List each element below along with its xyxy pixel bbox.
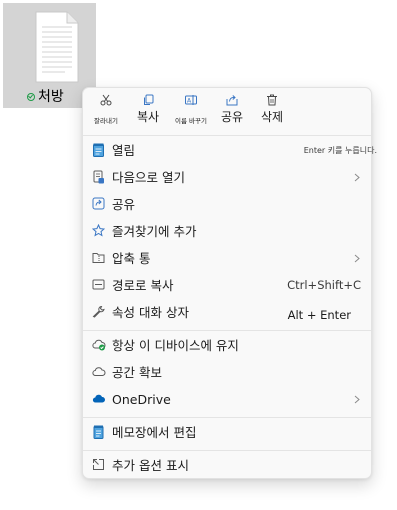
- menu-item-compress[interactable]: 압축 통: [83, 245, 371, 272]
- menu-item-onedrive[interactable]: OneDrive: [83, 386, 371, 413]
- wrench-icon: [92, 306, 105, 318]
- zip-folder-icon: [92, 253, 105, 263]
- menu-item-label: 속성 대화 상자: [112, 305, 189, 320]
- star-icon: [92, 224, 105, 237]
- open-with-icon: [93, 170, 104, 184]
- menu-item-always-keep[interactable]: 항상 이 디바이스에 유지: [83, 332, 371, 359]
- menu-item-open[interactable]: 열림 Enter 키를 누릅니다.: [83, 137, 377, 164]
- menu-item-free-up-space[interactable]: 공간 확보: [83, 359, 371, 386]
- divider: [83, 330, 371, 331]
- rename-icon: A: [185, 95, 197, 105]
- file-name[interactable]: 처방: [27, 87, 64, 107]
- sync-check-icon: [27, 93, 35, 101]
- menu-item-label: 추가 옵션 표시: [112, 458, 189, 473]
- cloud-keep-icon: [92, 339, 106, 351]
- menu-item-shortcut: Enter 키를 누릅니다.: [303, 146, 377, 155]
- quick-actions-bar: 잘라내기 복사 A 이름 바꾸기 공유 삭제: [83, 88, 371, 130]
- rename-label: 이름 바꾸기: [175, 117, 207, 125]
- chevron-right-icon: [354, 395, 360, 404]
- menu-item-label: 항상 이 디바이스에 유지: [112, 338, 239, 353]
- divider: [83, 450, 371, 451]
- notepad-icon: [93, 143, 104, 157]
- share-label: 공유: [220, 110, 244, 124]
- menu-item-shortcut: Ctrl+Shift+C: [287, 278, 361, 292]
- menu-item-label: 공간 확보: [112, 365, 162, 380]
- menu-item-label: 압축 통: [112, 251, 151, 266]
- menu-item-label: 경로로 복사: [112, 278, 174, 293]
- menu-item-open-with[interactable]: 다음으로 열기: [83, 164, 371, 191]
- menu-item-edit-notepad[interactable]: 메모장에서 편집: [83, 419, 371, 446]
- delete-icon: [267, 94, 277, 106]
- delete-button[interactable]: 삭제: [258, 94, 286, 125]
- copy-path-icon: [92, 279, 105, 290]
- copy-label: 복사: [136, 110, 160, 124]
- file-name-label: 처방: [38, 89, 64, 105]
- menu-item-label: 다음으로 열기: [112, 170, 185, 185]
- more-options-icon: [93, 459, 104, 470]
- svg-text:A: A: [187, 98, 192, 105]
- menu-item-label: 메모장에서 편집: [112, 425, 197, 440]
- menu-item-show-more-options[interactable]: 추가 옵션 표시: [83, 452, 371, 479]
- divider: [83, 135, 371, 136]
- cut-label: 잘라내기: [94, 117, 118, 125]
- cut-icon: [100, 94, 112, 106]
- menu-item-label: OneDrive: [112, 392, 171, 407]
- share-icon: [226, 95, 238, 106]
- divider: [83, 417, 371, 418]
- onedrive-icon: [92, 394, 106, 403]
- notepad-icon: [93, 425, 104, 439]
- menu-item-shortcut: Alt + Enter: [287, 308, 351, 322]
- copy-icon: [144, 94, 154, 105]
- share-button[interactable]: 공유: [218, 94, 246, 125]
- cloud-free-icon: [92, 367, 106, 376]
- menu-item-copy-path[interactable]: 경로로 복사 Ctrl+Shift+C: [83, 272, 371, 299]
- menu-item-share[interactable]: 공유: [83, 191, 371, 218]
- chevron-right-icon: [354, 173, 360, 182]
- menu-item-label: 열림: [112, 143, 136, 158]
- copy-button[interactable]: 복사: [134, 94, 162, 125]
- cut-button[interactable]: 잘라내기: [92, 94, 120, 125]
- context-menu: 잘라내기 복사 A 이름 바꾸기 공유 삭제 열림 Enter 키를 누릅니다.…: [82, 87, 377, 479]
- rename-button[interactable]: A 이름 바꾸기: [169, 94, 213, 125]
- chevron-right-icon: [354, 254, 360, 263]
- menu-item-properties[interactable]: 속성 대화 상자 Alt + Enter: [83, 299, 371, 326]
- menu-item-label: 즐겨찾기에 추가: [112, 224, 197, 239]
- menu-item-add-favorites[interactable]: 즐겨찾기에 추가: [83, 218, 371, 245]
- menu-item-label: 공유: [112, 197, 136, 212]
- text-document-icon: [35, 11, 79, 83]
- share-icon: [92, 197, 105, 210]
- delete-label: 삭제: [260, 110, 284, 124]
